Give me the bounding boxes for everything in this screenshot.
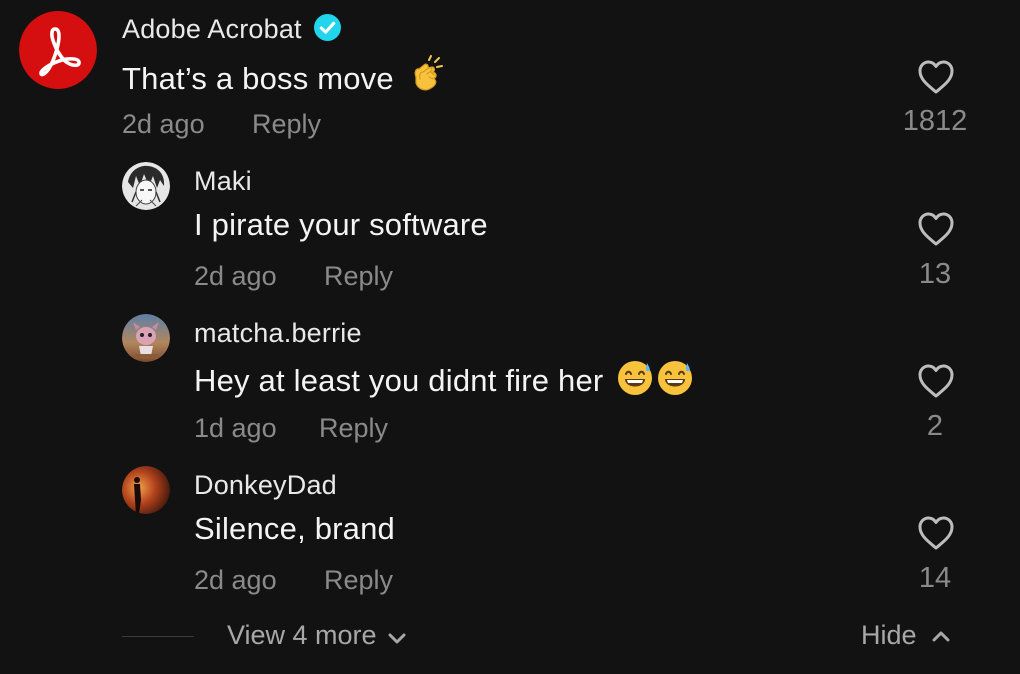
like-count: 1812 — [902, 105, 968, 137]
comment-text: I pirate your software — [194, 207, 488, 242]
reply-button[interactable]: Reply — [319, 413, 388, 444]
like-count: 13 — [918, 258, 952, 290]
comment-username[interactable]: Maki — [194, 166, 252, 197]
comment-text: Silence, brand — [194, 511, 395, 546]
reply-button[interactable]: Reply — [252, 109, 321, 140]
avatar-donkeydad[interactable] — [122, 466, 170, 514]
reply-button[interactable]: Reply — [324, 565, 393, 596]
heart-icon[interactable] — [917, 515, 955, 556]
comment-age: 2d ago — [194, 565, 277, 595]
comment-age: 2d ago — [194, 261, 277, 291]
hide-label: Hide — [861, 620, 917, 650]
view-more-label: View 4 more — [227, 620, 377, 650]
username-label: Adobe Acrobat — [122, 14, 302, 44]
reply-button[interactable]: Reply — [324, 261, 393, 292]
clapping-hands-emoji-icon — [407, 55, 447, 103]
like-count: 14 — [918, 562, 952, 594]
heart-icon[interactable] — [917, 211, 955, 252]
comment-username[interactable]: matcha.berrie — [194, 318, 362, 349]
comment-username[interactable]: DonkeyDad — [194, 470, 337, 501]
heart-icon[interactable] — [917, 363, 955, 404]
comment-text-content: Hey at least you didnt fire her — [194, 363, 604, 398]
view-more-replies-button[interactable]: View 4 more — [227, 620, 407, 651]
chevron-up-icon — [932, 631, 950, 642]
avatar-adobe-acrobat[interactable] — [19, 11, 97, 89]
avatar-matcha-berrie[interactable] — [122, 314, 170, 362]
comment-text-content: That’s a boss move — [122, 61, 394, 96]
pokemon-character-avatar-icon — [122, 314, 170, 362]
hide-replies-button[interactable]: Hide — [861, 620, 951, 651]
adobe-acrobat-logo-icon — [19, 11, 97, 89]
verified-badge-icon — [313, 14, 341, 48]
like-count: 2 — [926, 410, 944, 442]
heart-icon[interactable] — [917, 59, 955, 100]
comment-username[interactable]: Adobe Acrobat — [122, 14, 341, 48]
manga-character-avatar-icon — [122, 162, 170, 210]
comment-text: That’s a boss move — [122, 55, 447, 103]
comment-text: Hey at least you didnt fire her — [194, 359, 694, 405]
grinning-sweat-emoji-icon — [616, 359, 654, 405]
chevron-down-icon — [388, 633, 406, 644]
sunset-silhouette-avatar-icon — [122, 466, 170, 514]
avatar-maki[interactable] — [122, 162, 170, 210]
grinning-sweat-emoji-icon — [656, 359, 694, 405]
replies-divider — [122, 636, 194, 637]
comment-age: 2d ago — [122, 109, 205, 139]
comment-age: 1d ago — [194, 413, 277, 443]
